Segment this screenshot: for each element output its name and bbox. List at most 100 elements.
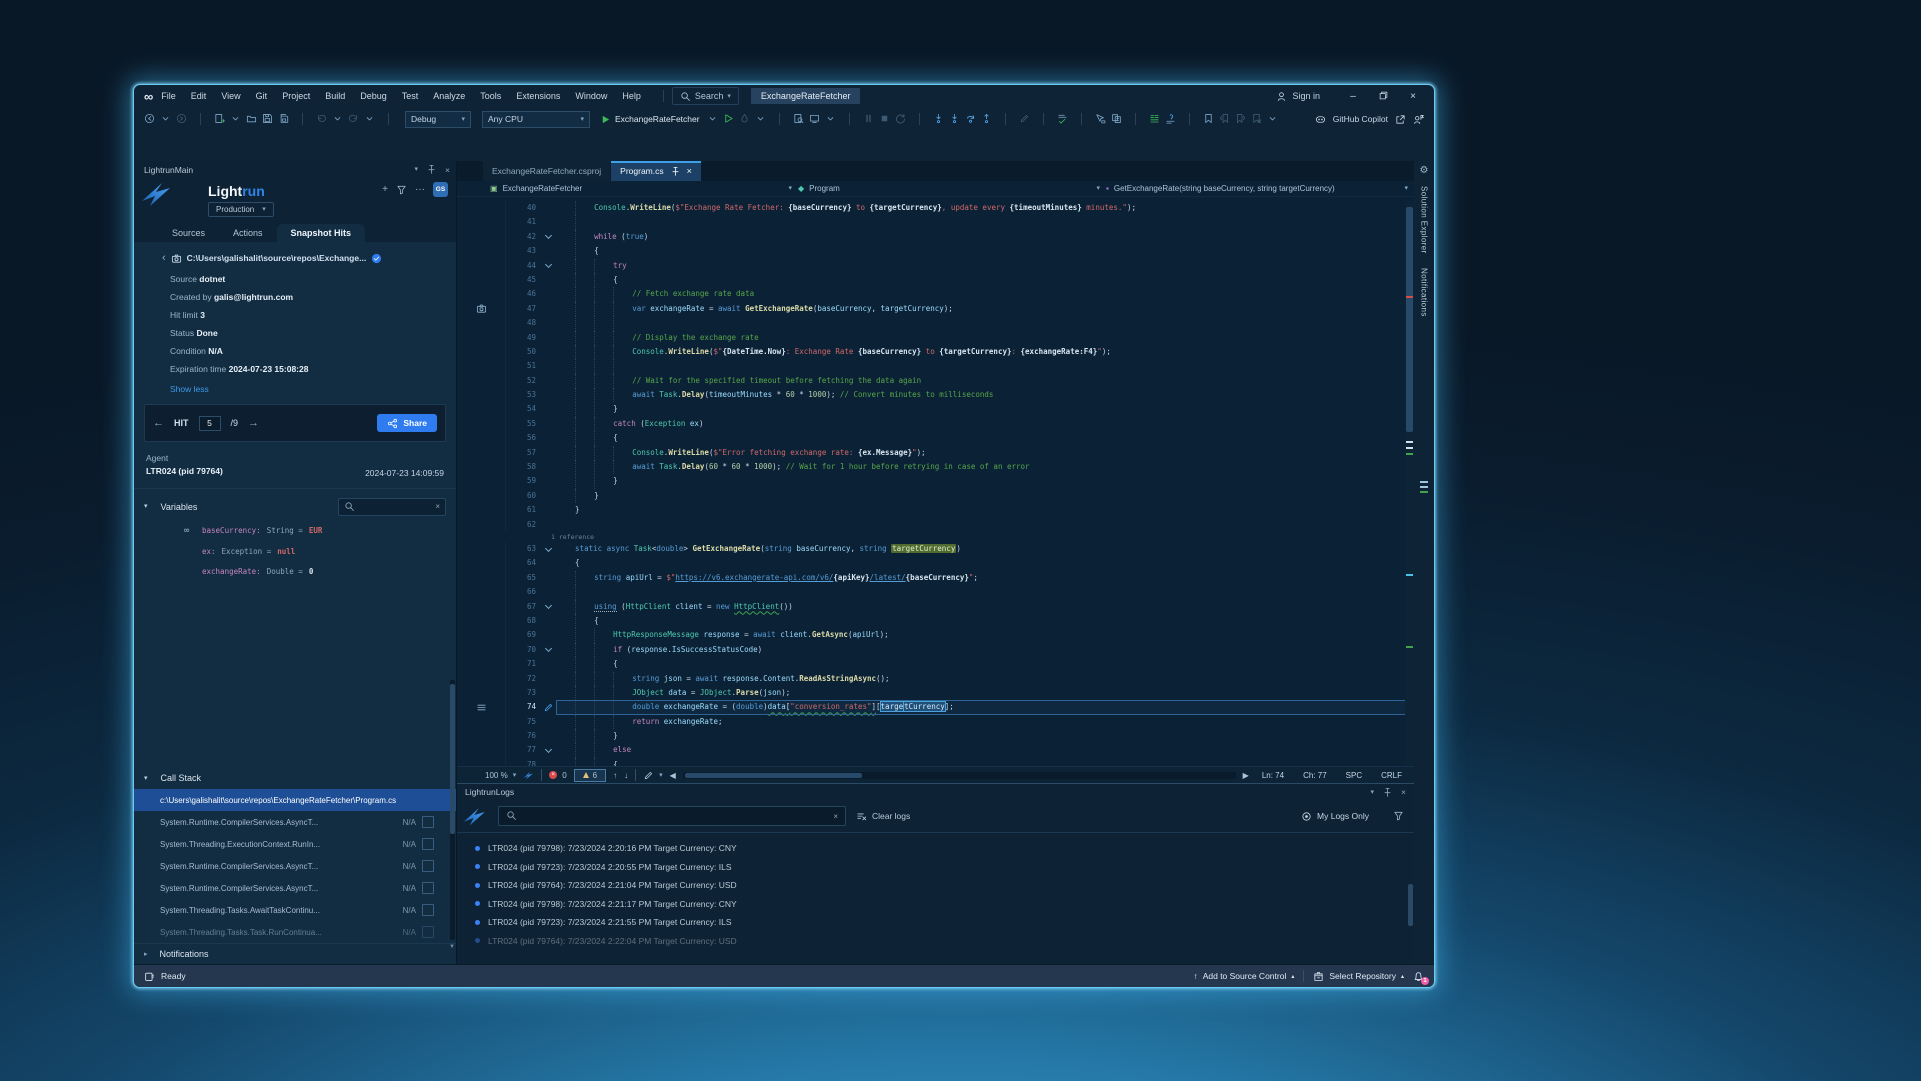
hscroll-right-arrow[interactable]: ▶ <box>1243 771 1249 780</box>
code-line-69[interactable]: 69HttpResponseMessage response = await c… <box>457 628 1414 642</box>
add-to-source-control-button[interactable]: ↑Add to Source Control▴ <box>1193 971 1294 981</box>
code-line-53[interactable]: 53await Task.Delay(timeoutMinutes * 60 *… <box>457 388 1414 402</box>
zoom-select[interactable]: 100 %▾ <box>485 771 516 780</box>
code-line-52[interactable]: 52// Wait for the specified timeout befo… <box>457 374 1414 388</box>
code-line-78[interactable]: 78{ <box>457 758 1414 766</box>
snapshot-path[interactable]: C:\Users\galishalit\source\repos\Exchang… <box>187 253 367 263</box>
menu-item-build[interactable]: Build <box>325 91 345 101</box>
toolbar-nav-forward-icon[interactable] <box>176 110 187 128</box>
toolbar-select-any-cpu[interactable]: Any CPU▾ <box>482 111 590 128</box>
breadcrumb-segment-0[interactable]: ▣ExchangeRateFetcher▾ <box>490 184 798 193</box>
pin-icon[interactable] <box>426 164 437 175</box>
breadcrumb-segment-2[interactable]: ▪GetExchangeRate(string baseCurrency, st… <box>1106 184 1414 193</box>
code-line-43[interactable]: 43{ <box>457 244 1414 258</box>
toolbar-new-item-icon[interactable] <box>214 110 225 128</box>
dock-tab-notifications[interactable]: Notifications <box>1420 268 1429 317</box>
call-stack-frame[interactable]: System.Threading.Tasks.AwaitTaskContinu.… <box>134 899 456 921</box>
code-line-56[interactable]: 56{ <box>457 431 1414 445</box>
eol-indicator[interactable]: CRLF <box>1375 771 1408 780</box>
toolbar-find-doc-icon[interactable] <box>793 110 804 128</box>
code-line-51[interactable]: 51 <box>457 359 1414 373</box>
code-line-74[interactable]: 74double exchangeRate = (double)data["co… <box>457 700 1414 714</box>
notifications-section-header[interactable]: ▸ Notifications <box>134 943 456 964</box>
menu-item-file[interactable]: File <box>161 91 176 101</box>
toolbar-copy-struct-icon[interactable] <box>1111 110 1122 128</box>
code-line-55[interactable]: 55catch (Exception ex) <box>457 417 1414 431</box>
code-line-49[interactable]: 49// Display the exchange rate <box>457 331 1414 345</box>
call-stack-frame[interactable]: System.Runtime.CompilerServices.AsyncT..… <box>134 855 456 877</box>
toolbar-question-lines-icon[interactable] <box>1165 110 1176 128</box>
code-line-42[interactable]: 42while (true) <box>457 230 1414 244</box>
hscroll-left-arrow[interactable]: ◀ <box>670 771 676 780</box>
code-line-45[interactable]: 45{ <box>457 273 1414 287</box>
breadcrumb-segment-1[interactable]: ◆Program▾ <box>798 184 1106 193</box>
code-line-75[interactable]: 75return exchangeRate; <box>457 715 1414 729</box>
minimize-button[interactable]: – <box>1340 91 1366 102</box>
code-line-40[interactable]: 40Console.WriteLine($"Exchange Rate Fetc… <box>457 201 1414 215</box>
call-stack-frame[interactable]: c:\Users\galishalit\source\repos\Exchang… <box>134 789 456 811</box>
menu-item-window[interactable]: Window <box>575 91 607 101</box>
horizontal-scrollbar[interactable] <box>683 772 1236 779</box>
collapse-icon[interactable]: ▾ <box>144 503 148 510</box>
toolbar-step-out-icon[interactable] <box>981 110 992 128</box>
sign-in-button[interactable]: Sign in <box>1276 90 1320 101</box>
code-line-50[interactable]: 50Console.WriteLine($"{DateTime.Now}: Ex… <box>457 345 1414 359</box>
close-button[interactable]: × <box>1400 91 1426 102</box>
toolbar-nav-back-icon[interactable] <box>144 110 155 128</box>
log-entry[interactable]: LTR024 (pid 79764): 7/23/2024 2:21:04 PM… <box>457 876 1414 895</box>
code-line-67[interactable]: 67using (HttpClient client = new HttpCli… <box>457 600 1414 614</box>
next-hit-icon[interactable]: → <box>248 417 259 429</box>
filter-icon[interactable] <box>396 184 407 195</box>
toolbar-undo-icon[interactable] <box>316 110 327 128</box>
call-stack-section-header[interactable]: ▾ Call Stack <box>134 764 456 789</box>
variable-item[interactable]: ∞baseCurrency:String =EUR <box>184 526 456 536</box>
log-entry[interactable]: LTR024 (pid 79723): 7/23/2024 2:21:55 PM… <box>457 913 1414 932</box>
call-stack-frame[interactable]: System.Threading.ExecutionContext.RunIn.… <box>134 833 456 855</box>
toolbar-chev-icon[interactable] <box>364 110 375 128</box>
next-issue-icon[interactable]: ↓ <box>624 771 628 780</box>
log-entry[interactable]: LTR024 (pid 79798): 7/23/2024 2:20:16 PM… <box>457 839 1414 858</box>
toolbar-chev-icon[interactable] <box>160 110 171 128</box>
panel-scrollbar[interactable]: ▼ <box>450 680 455 940</box>
code-line-48[interactable]: 48 <box>457 316 1414 330</box>
close-tab-icon[interactable]: × <box>687 166 692 176</box>
fold-icon[interactable] <box>540 230 556 244</box>
toolbar-chev-icon[interactable] <box>755 110 766 128</box>
toolbar-bookmark-clear-icon[interactable] <box>1251 110 1262 128</box>
toolbar-pen-icon[interactable] <box>1019 110 1030 128</box>
toolbar-step-into-icon[interactable] <box>933 110 944 128</box>
menu-item-view[interactable]: View <box>221 91 240 101</box>
code-line-65[interactable]: 65string apiUrl = $"https://v6.exchanger… <box>457 571 1414 585</box>
code-line-60[interactable]: 60} <box>457 489 1414 503</box>
menu-item-analyze[interactable]: Analyze <box>433 91 465 101</box>
toolbar-chev-icon[interactable] <box>707 110 718 128</box>
window-menu-icon[interactable]: ▾ <box>415 166 419 173</box>
github-copilot-icon[interactable] <box>1315 113 1326 124</box>
toolbar-bookmark-icon[interactable] <box>1203 110 1214 128</box>
code-line-47[interactable]: 47var exchangeRate = await GetExchangeRa… <box>457 302 1414 316</box>
menu-item-edit[interactable]: Edit <box>191 91 207 101</box>
code-line-63[interactable]: 63static async Task<double> GetExchangeR… <box>457 542 1414 556</box>
toolbar-chev-icon[interactable] <box>230 110 241 128</box>
code-cleanup-icon[interactable]: ▾ <box>643 770 663 781</box>
gutter-actions-menu-icon[interactable] <box>457 700 506 714</box>
toolbar-select-debug[interactable]: Debug▾ <box>405 111 471 128</box>
toolbar-save-icon[interactable] <box>262 110 273 128</box>
hit-index-input[interactable]: 5 <box>199 416 221 431</box>
restore-button[interactable] <box>1370 91 1396 102</box>
feedback-icon[interactable] <box>1413 113 1424 124</box>
toolbar-open-folder-icon[interactable] <box>246 110 257 128</box>
menu-item-git[interactable]: Git <box>256 91 268 101</box>
code-line-76[interactable]: 76} <box>457 729 1414 743</box>
log-entry[interactable]: LTR024 (pid 79764): 7/23/2024 2:22:04 PM… <box>457 932 1414 951</box>
more-options-icon[interactable]: ··· <box>415 184 425 195</box>
editor-scrollbar[interactable] <box>1405 201 1414 766</box>
clear-search-icon[interactable]: × <box>833 812 838 821</box>
fold-icon[interactable] <box>540 743 556 757</box>
code-line-70[interactable]: 70if (response.IsSuccessStatusCode) <box>457 643 1414 657</box>
toolbar-play-o-icon[interactable] <box>723 110 734 128</box>
error-count[interactable]: ×0 <box>549 771 566 780</box>
frame-checkbox[interactable] <box>422 816 434 828</box>
code-line-62[interactable]: 62 <box>457 518 1414 532</box>
clear-search-icon[interactable]: × <box>435 502 440 511</box>
